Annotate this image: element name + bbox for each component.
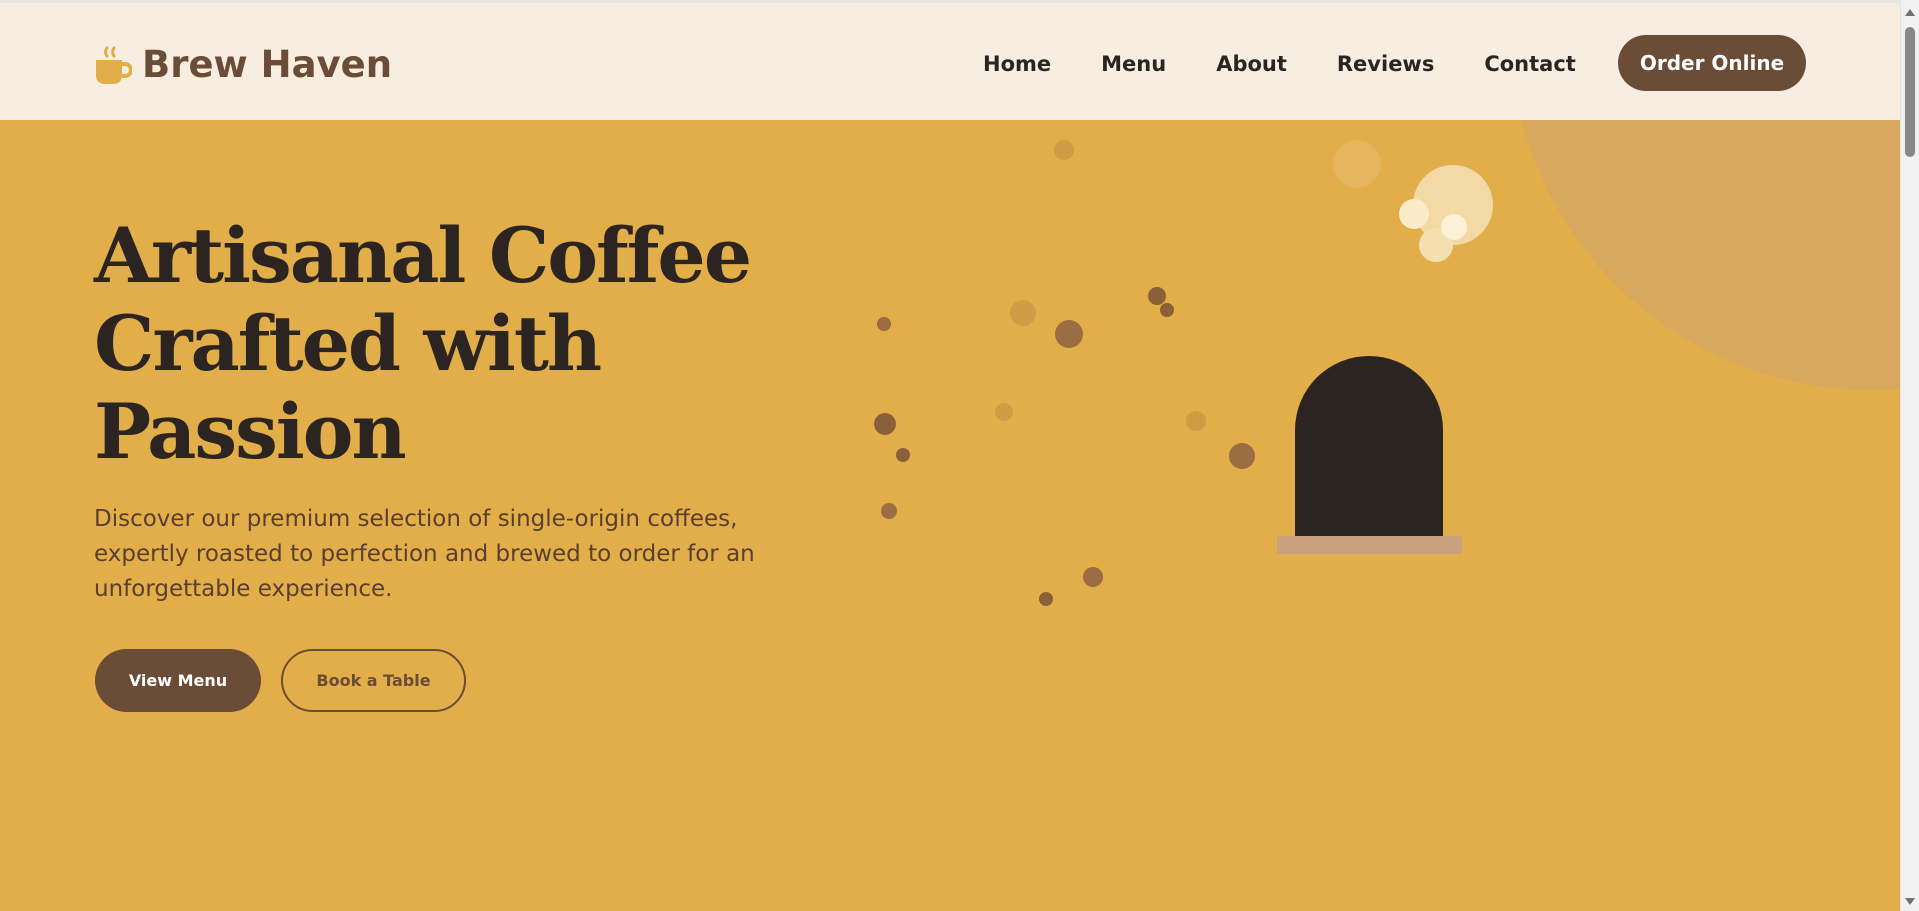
bean-particle: [1333, 140, 1381, 188]
bean-particle: [896, 448, 910, 462]
view-menu-button[interactable]: View Menu: [95, 649, 261, 712]
steam-bubble: [1399, 199, 1429, 229]
hero-title-line: Passion: [94, 387, 407, 476]
vertical-scrollbar[interactable]: [1900, 0, 1919, 911]
bean-particle: [1148, 287, 1166, 305]
hero-description: Discover our premium selection of single…: [94, 506, 755, 602]
steam-bubble: [1441, 214, 1467, 240]
book-table-button[interactable]: Book a Table: [281, 649, 466, 712]
brand-logo-link[interactable]: Brew Haven: [94, 43, 392, 86]
bean-particle: [1039, 592, 1053, 606]
bean-particle: [874, 413, 896, 435]
site-header: Brew Haven Home Menu About Reviews Conta…: [0, 3, 1900, 120]
order-online-button[interactable]: Order Online: [1618, 35, 1806, 91]
decorative-circle: [1510, 120, 1900, 390]
bean-particle: [1229, 443, 1255, 469]
steam-bubble: [1419, 228, 1453, 262]
mug-body: [1295, 356, 1443, 537]
nav-home-link[interactable]: Home: [983, 49, 1051, 79]
bean-particle: [1010, 300, 1036, 326]
steam-bubble: [1413, 165, 1493, 245]
nav-reviews-link[interactable]: Reviews: [1337, 49, 1434, 79]
coffee-cup-icon: [96, 46, 132, 84]
scroll-up-arrow-icon[interactable]: [1905, 9, 1915, 16]
scroll-down-arrow-icon[interactable]: [1905, 898, 1915, 905]
mug-saucer: [1277, 536, 1462, 554]
bean-particle: [1083, 567, 1103, 587]
scroll-thumb[interactable]: [1905, 27, 1915, 157]
bean-particle: [995, 403, 1013, 421]
bean-particle: [1054, 140, 1074, 160]
nav-about-link[interactable]: About: [1216, 49, 1287, 79]
hero-title-line: Artisanal Coffee: [94, 211, 752, 300]
brand-name: Brew Haven: [142, 43, 393, 86]
bean-particle: [1055, 320, 1083, 348]
nav-menu-link[interactable]: Menu: [1101, 49, 1166, 79]
hero-section: Artisanal Coffee Crafted with Passion Di…: [0, 120, 1900, 911]
bean-particle: [1160, 303, 1174, 317]
hero-title: Artisanal Coffee Crafted with Passion: [94, 212, 814, 476]
page: Brew Haven Home Menu About Reviews Conta…: [0, 0, 1900, 911]
bean-particle: [1186, 411, 1206, 431]
bean-particle: [881, 503, 897, 519]
nav-contact-link[interactable]: Contact: [1484, 49, 1576, 79]
hero-title-line: Crafted with: [94, 299, 602, 388]
main-nav: Home Menu About Reviews Contact: [983, 49, 1626, 79]
bean-particle: [877, 317, 891, 331]
